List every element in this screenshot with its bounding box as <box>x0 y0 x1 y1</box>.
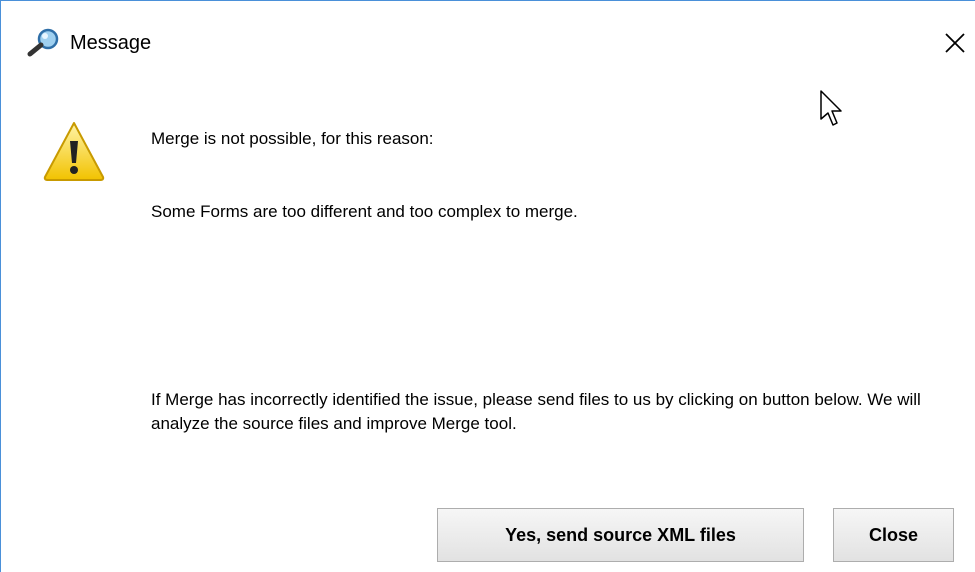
close-icon[interactable] <box>942 30 968 56</box>
send-xml-files-button[interactable]: Yes, send source XML files <box>437 508 804 562</box>
info-text: If Merge has incorrectly identified the … <box>151 390 921 433</box>
title-bar[interactable]: Message <box>1 1 975 87</box>
message-dialog: Message Merge is not possible, for this … <box>0 0 975 572</box>
reason-detail: Some Forms are too different and too com… <box>151 202 578 221</box>
reason-label: Merge is not possible, for this reason: <box>151 129 434 148</box>
close-button[interactable]: Close <box>833 508 954 562</box>
mouse-cursor-icon <box>820 90 842 126</box>
window-title: Message <box>70 32 152 54</box>
magnifier-icon <box>27 28 59 57</box>
warning-icon <box>43 122 105 181</box>
